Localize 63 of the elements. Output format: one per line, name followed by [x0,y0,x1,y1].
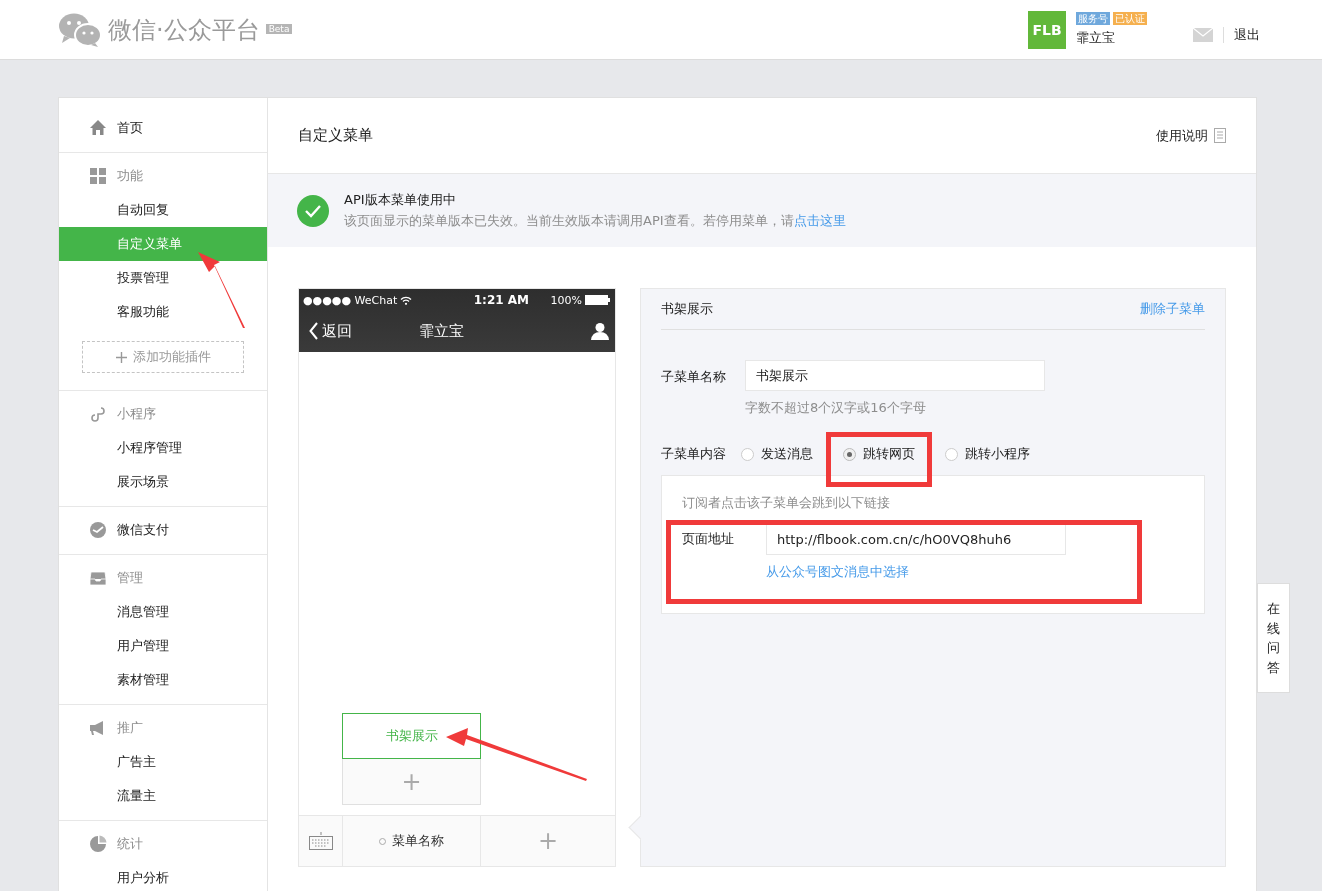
sidebar-item[interactable]: 广告主 [59,745,267,779]
chevron-left-icon [309,322,319,340]
account-tag: 服务号 [1076,12,1110,25]
radio-button[interactable] [945,447,958,461]
logo-text: 微信·公众平台 [108,14,260,46]
sidebar-item[interactable]: 投票管理 [59,261,267,295]
radio-option[interactable]: 发送消息 [741,445,813,463]
check-icon [297,194,329,227]
chat-bubbles-icon [58,11,102,48]
person-icon[interactable] [591,322,609,340]
document-icon[interactable] [1214,128,1226,143]
battery-icon [585,295,611,305]
radio-option[interactable]: 跳转小程序 [945,445,1030,463]
link-description: 订阅者点击该子菜单会跳到以下链接 [682,494,891,512]
sidebar-item[interactable]: 小程序管理 [59,431,267,465]
sidebar-section-title: 功能 [59,159,267,193]
chat-title: 霏立宝 [419,321,465,341]
sidebar-item[interactable]: 用户分析 [59,861,267,891]
sidebar-item[interactable]: 展示场景 [59,465,267,499]
field-label: 子菜单名称 [661,368,727,386]
sidebar-section-title: 管理 [59,561,267,595]
sidebar-item[interactable]: 素材管理 [59,663,267,697]
hint-text: 字数不超过8个汉字或16个字母 [745,399,927,417]
online-help-tab[interactable]: 在线问答 [1257,583,1290,693]
sidebar-item[interactable]: 微信支付 [59,513,267,547]
name-input[interactable]: 书架展示 [745,360,1045,391]
back-button[interactable]: 返回 [309,321,419,341]
account-tag: 已认证 [1113,12,1147,25]
sidebar-item[interactable]: 消息管理 [59,595,267,629]
editor-title: 书架展示 [661,300,713,318]
account-name: 霏立宝 [1076,29,1116,47]
home-icon [89,119,107,137]
help-link[interactable]: 使用说明 [1156,126,1208,145]
sidebar-item[interactable]: 首页 [59,111,267,145]
sidebar-section-title: 统计 [59,827,267,861]
beta-badge: Beta [265,23,293,34]
url-input[interactable]: http://flbook.com.cn/c/hO0VQ8huh6 [766,524,1066,555]
plus-icon [115,351,127,363]
carrier-text: ●●●●● WeChat [303,293,398,307]
radio-button[interactable] [741,447,754,461]
sidebar-item[interactable]: 用户管理 [59,629,267,663]
notice-title: API版本菜单使用中 [344,191,457,209]
logout-link[interactable]: 退出 [1234,25,1260,44]
sidebar-section-title: 推广 [59,711,267,745]
sidebar-section-title: 小程序 [59,397,267,431]
pie-chart-icon [89,835,107,853]
field-label: 页面地址 [682,530,735,548]
radio-button[interactable] [843,447,856,461]
page-title: 自定义菜单 [298,126,374,145]
radio-option[interactable]: 跳转网页 [843,445,915,463]
sidebar-item[interactable]: 自动回复 [59,193,267,227]
link-icon [89,405,107,423]
field-label: 子菜单内容 [661,445,727,463]
grid-icon [89,167,107,185]
battery-text: 100% [550,293,582,307]
wifi-icon [400,295,413,305]
sidebar-item[interactable]: 客服功能 [59,295,267,329]
inbox-icon [89,569,107,587]
keyboard-icon[interactable] [308,832,333,850]
status-time: 1:21 AM [472,293,529,307]
sidebar-item[interactable]: 流量主 [59,779,267,813]
mail-icon[interactable] [1193,27,1213,42]
notice-text: 该页面显示的菜单版本已失效。当前生效版本请调用API查看。若停用菜单，请点击这里 [344,212,846,230]
